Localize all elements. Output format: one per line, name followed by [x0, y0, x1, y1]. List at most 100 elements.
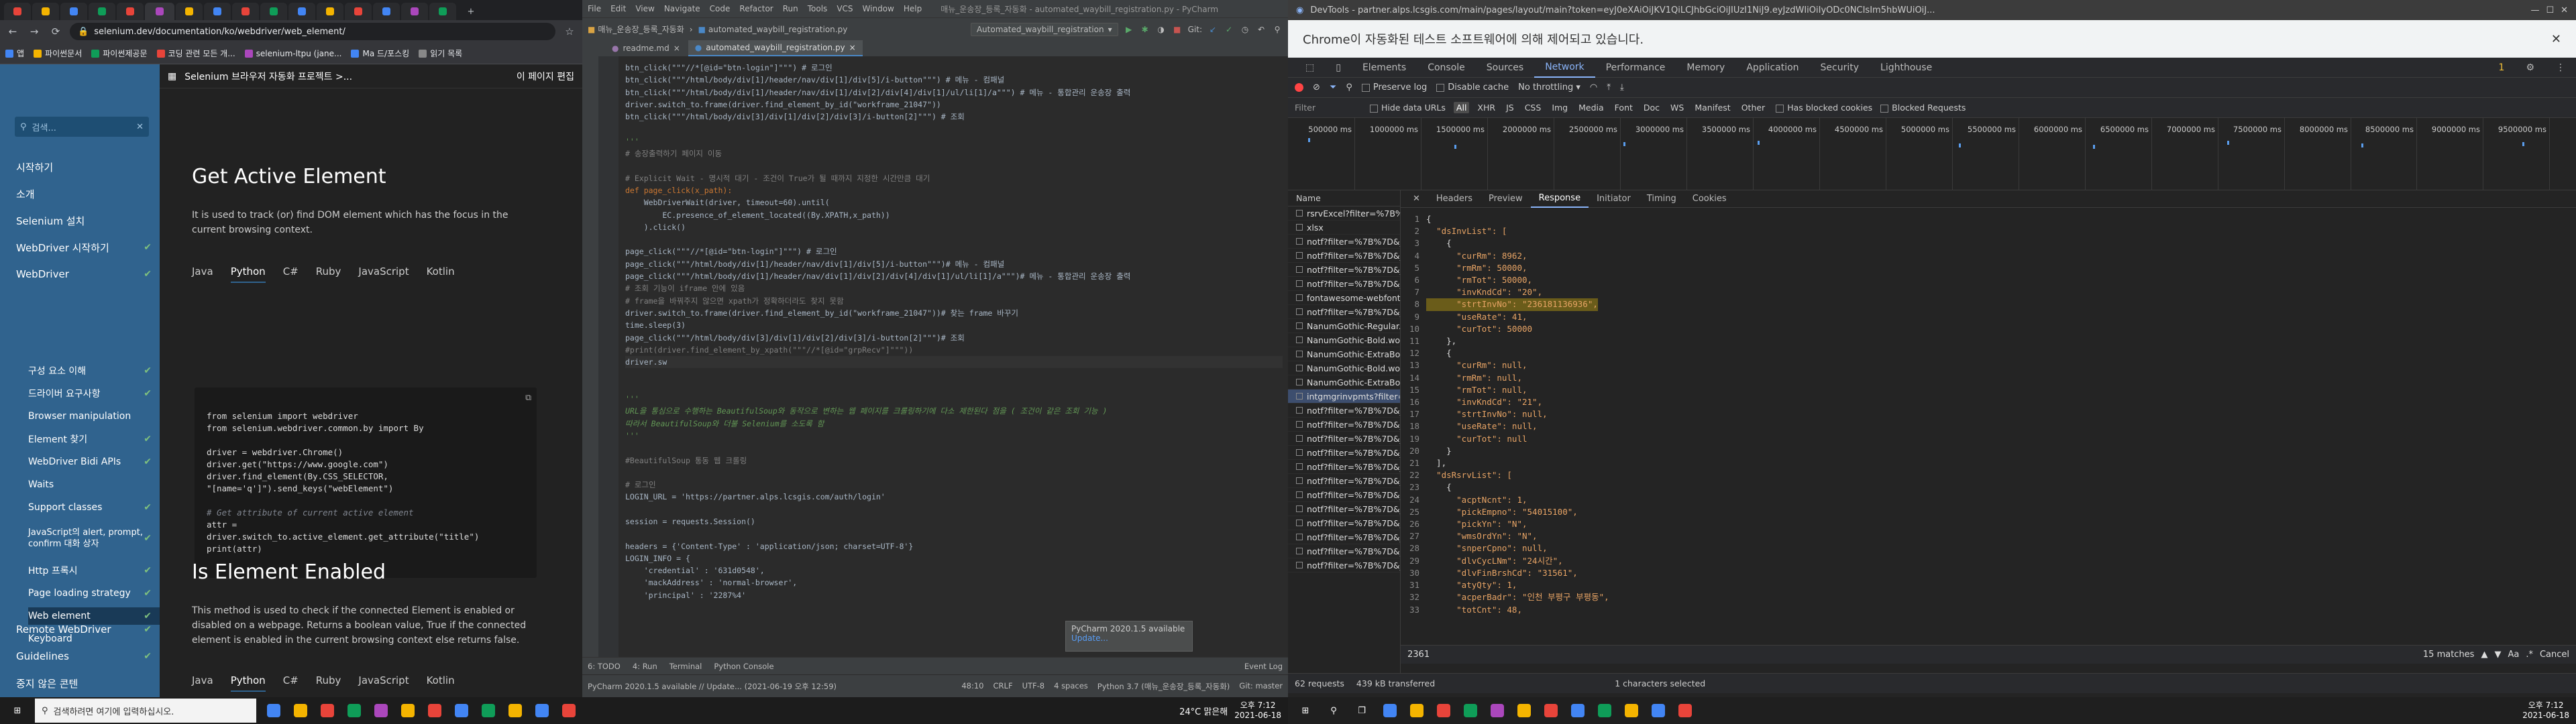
lang-tab[interactable]: Python — [230, 265, 266, 283]
sidebar-subitem[interactable]: Waits — [28, 476, 160, 493]
panel-tab[interactable]: Security — [1810, 58, 1870, 78]
bookmark-item[interactable]: selenium-ltpu (jane... — [244, 49, 341, 58]
request-row[interactable]: notf?filter=%7B%7D&_=1623... — [1288, 558, 1400, 572]
request-row[interactable]: notf?filter=%7B%7D&_=1623... — [1288, 544, 1400, 558]
wifi-icon[interactable]: ◠ — [1590, 82, 1597, 93]
taskbar-app-icon[interactable] — [1379, 700, 1401, 721]
detail-tab[interactable]: Response — [1530, 190, 1589, 208]
taskbar-search-input[interactable]: ⚲ 검색하려면 여기에 입력하십시오. — [35, 699, 256, 723]
request-row[interactable]: notf?filter=%7B%7D&_=1623... — [1288, 418, 1400, 432]
lang-tab[interactable]: Java — [192, 674, 213, 692]
clear-icon[interactable]: ✕ — [136, 122, 144, 132]
request-row[interactable]: notf?filter=%7B%7D&_=1623... — [1288, 502, 1400, 516]
back-icon[interactable]: ← — [5, 24, 20, 39]
browser-tab[interactable] — [32, 3, 59, 20]
editor-tab[interactable]: ● readme.md × — [605, 40, 687, 56]
windows-start-icon[interactable]: ⊞ — [7, 700, 28, 721]
status-item[interactable]: Git: master — [1239, 681, 1283, 692]
sidebar-subitem[interactable]: 구성 요소 이해 ✔ — [28, 362, 160, 379]
browser-tab[interactable] — [204, 3, 231, 20]
menu-item[interactable]: Window — [863, 4, 894, 13]
warning-count[interactable]: 1 — [2488, 58, 2516, 78]
search-everywhere-icon[interactable]: ⚲ — [1272, 24, 1283, 35]
bookmark-item[interactable]: 앱 — [5, 48, 24, 59]
lang-tab[interactable]: C# — [283, 265, 299, 283]
filter-type-ws[interactable]: WS — [1668, 102, 1686, 113]
browser-tab[interactable] — [232, 3, 259, 20]
bookmark-item[interactable]: 읽기 목록 — [419, 48, 462, 59]
url-input[interactable]: 🔒 selenium.dev/documentation/ko/webdrive… — [70, 23, 555, 40]
sidebar-item[interactable]: 소개 — [16, 185, 160, 202]
cancel-search-button[interactable]: Cancel — [2540, 650, 2569, 660]
sidebar-item[interactable]: Selenium 설치 — [16, 212, 160, 229]
regex-toggle[interactable]: .* — [2526, 650, 2533, 660]
taskbar-app-icon[interactable] — [263, 700, 284, 721]
blocked-requests-checkbox[interactable]: Blocked Requests — [1880, 103, 1966, 113]
menu-item[interactable]: Help — [904, 4, 922, 13]
request-row[interactable]: notf?filter=%7B%7D&_=1623... — [1288, 277, 1400, 291]
panel-tab[interactable]: Network — [1534, 58, 1595, 78]
prev-match-icon[interactable]: ▲ — [2481, 650, 2487, 660]
request-row[interactable]: notf?filter=%7B%7D&_=1623... — [1288, 530, 1400, 544]
browser-tab[interactable] — [401, 3, 428, 20]
request-row[interactable]: notf?filter=%7B%7D&_=1623... — [1288, 460, 1400, 474]
taskbar-app-icon[interactable] — [1567, 700, 1589, 721]
tool-window-tab[interactable]: Python Console — [714, 662, 773, 671]
request-row[interactable]: notf?filter=%7B%7D&_=1623... — [1288, 474, 1400, 488]
sidebar-item[interactable]: 시작하기 — [16, 158, 160, 176]
debug-icon[interactable]: ✱ — [1140, 24, 1150, 35]
code-editor[interactable]: btn_click("""//*[@id="btn-login"]""") # … — [598, 56, 1288, 657]
update-notification[interactable]: PyCharm 2020.1.5 available Update... — [1065, 621, 1193, 652]
copy-icon[interactable]: ⧉ — [525, 391, 531, 404]
new-tab-button[interactable]: + — [458, 3, 484, 20]
browser-tab[interactable] — [117, 3, 144, 20]
taskbar-app-icon[interactable] — [1460, 700, 1481, 721]
browser-tab[interactable] — [373, 3, 400, 20]
request-list-header[interactable]: Name — [1288, 190, 1400, 206]
sidebar-item[interactable]: WebDriver ✔ — [16, 265, 160, 283]
status-item[interactable]: Python 3.7 (매뉴_운송장_등록_자동화) — [1097, 681, 1230, 692]
lang-tab[interactable]: JavaScript — [358, 674, 409, 692]
request-row[interactable]: xlsx — [1288, 221, 1400, 235]
menu-item[interactable]: Navigate — [664, 4, 700, 13]
request-row[interactable]: notf?filter=%7B%7D&_=1623... — [1288, 516, 1400, 530]
panel-tab[interactable]: Lighthouse — [1870, 58, 1943, 78]
request-row[interactable]: NanumGothic-ExtraBold.woff2 — [1288, 375, 1400, 389]
filter-input[interactable]: Filter — [1295, 103, 1362, 113]
taskbar-app-icon[interactable] — [397, 700, 419, 721]
network-overview[interactable]: 500000 ms 1000000 ms 1500000 ms 2000000 ms 2… — [1288, 118, 2576, 190]
status-item[interactable]: 4 spaces — [1054, 681, 1088, 692]
filter-type-media[interactable]: Media — [1576, 102, 1607, 113]
request-row[interactable]: notf?filter=%7B%7D&_=1623... — [1288, 488, 1400, 502]
filter-type-js[interactable]: JS — [1503, 102, 1517, 113]
menu-item[interactable]: VCS — [837, 4, 853, 13]
request-row[interactable]: rsrvExcel?filter=%7B%22srchP — [1288, 206, 1400, 221]
infobar-close-icon[interactable]: ✕ — [2551, 32, 2561, 46]
task-view-icon[interactable]: ❐ — [1351, 700, 1373, 721]
taskbar-app-icon[interactable] — [1487, 700, 1508, 721]
run-icon[interactable]: ▶ — [1124, 24, 1134, 35]
taskbar-app-icon[interactable] — [1674, 700, 1696, 721]
detail-close-icon[interactable]: ✕ — [1405, 190, 1428, 208]
stop-icon[interactable]: ■ — [1172, 24, 1183, 35]
taskbar-app-icon[interactable] — [1540, 700, 1562, 721]
taskbar-app-icon[interactable] — [290, 700, 311, 721]
response-search-input[interactable]: 2361 — [1407, 650, 2416, 660]
record-icon[interactable] — [1295, 83, 1303, 92]
hide-data-urls-checkbox[interactable]: Hide data URLs — [1370, 103, 1446, 113]
reload-icon[interactable]: ⟳ — [48, 24, 63, 39]
menu-item[interactable]: Edit — [610, 4, 626, 13]
browser-tab[interactable] — [176, 3, 203, 20]
response-body[interactable]: 1{2 "dsInvList": [3 {4 "curRm": 8962, 5 "… — [1401, 213, 2576, 615]
panel-tab[interactable]: Console — [1417, 58, 1476, 78]
taskbar-app-icon[interactable] — [1594, 700, 1615, 721]
taskbar-clock[interactable]: 오후 7:12 2021-06-18 — [2522, 701, 2569, 721]
menu-item[interactable]: Run — [783, 4, 798, 13]
taskbar-app-icon[interactable] — [370, 700, 392, 721]
blocked-cookies-checkbox[interactable]: Has blocked cookies — [1776, 103, 1872, 113]
panel-tab[interactable]: Application — [1735, 58, 1809, 78]
banner-title[interactable]: Selenium 브라우저 자동화 프로젝트 >... — [184, 70, 352, 83]
request-row[interactable]: notf?filter=%7B%7D&_=1623... — [1288, 404, 1400, 418]
filter-type-doc[interactable]: Doc — [1641, 102, 1662, 113]
request-row[interactable]: notf?filter=%7B%7D&_=1623... — [1288, 249, 1400, 263]
